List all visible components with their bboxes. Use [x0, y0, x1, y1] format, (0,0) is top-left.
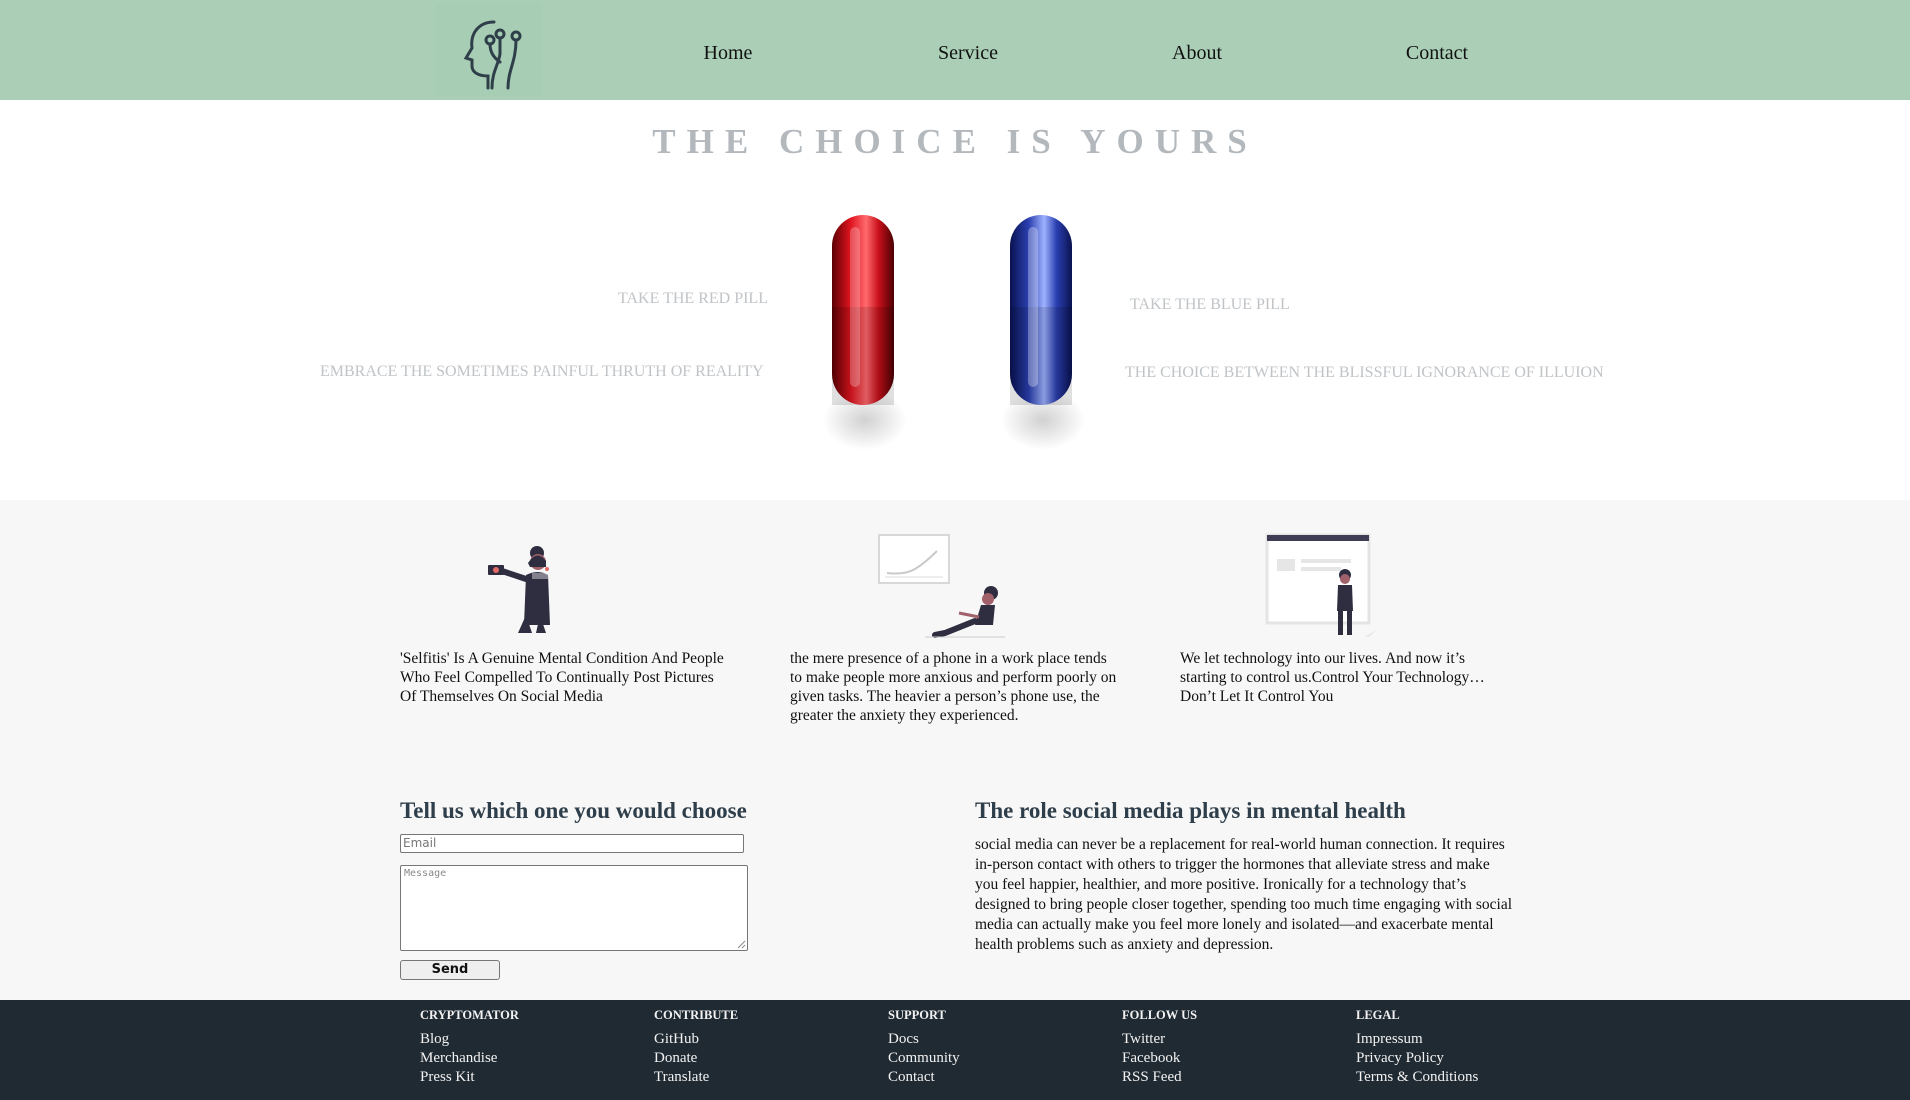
- card-text-selfitis: 'Selfitis' Is A Genuine Mental Condition…: [400, 650, 724, 705]
- footer-link-community[interactable]: Community: [888, 1049, 960, 1068]
- footer-heading: LEGAL: [1356, 1008, 1400, 1022]
- logo[interactable]: [436, 4, 542, 96]
- footer-link-blog[interactable]: Blog: [420, 1030, 519, 1049]
- red-pill-text: EMBRACE THE SOMETIMES PAINFUL THRUTH OF …: [320, 363, 764, 380]
- person-screen-illustration: [1265, 533, 1377, 637]
- article-title: The role social media plays in mental he…: [975, 798, 1406, 823]
- footer-link-docs[interactable]: Docs: [888, 1030, 960, 1049]
- footer-link-contact[interactable]: Contact: [888, 1068, 960, 1087]
- card-text-phone-anxiety: the mere presence of a phone in a work p…: [790, 650, 1117, 724]
- message-placeholder: Message: [404, 868, 447, 879]
- blue-pill-heading: TAKE THE BLUE PILL: [1130, 296, 1290, 313]
- footer-link-impressum[interactable]: Impressum: [1356, 1030, 1478, 1049]
- footer-column-legal: LEGAL Impressum Privacy Policy Terms & C…: [1356, 1006, 1478, 1087]
- footer-column-follow-us: FOLLOW US Twitter Facebook RSS Feed: [1122, 1006, 1197, 1087]
- footer-link-press-kit[interactable]: Press Kit: [420, 1068, 519, 1087]
- footer-link-twitter[interactable]: Twitter: [1122, 1030, 1197, 1049]
- send-button[interactable]: Send: [400, 960, 500, 980]
- footer-link-translate[interactable]: Translate: [654, 1068, 738, 1087]
- blue-pill-image[interactable]: [998, 205, 1088, 465]
- footer-link-rss-feed[interactable]: RSS Feed: [1122, 1068, 1197, 1087]
- form-title: Tell us which one you would choose: [400, 798, 747, 823]
- red-pill-image[interactable]: [820, 205, 910, 465]
- red-pill-heading: TAKE THE RED PILL: [618, 290, 768, 307]
- nav-contact-link[interactable]: Contact: [1406, 42, 1468, 65]
- footer-link-github[interactable]: GitHub: [654, 1030, 738, 1049]
- card-text-control-tech: We let technology into our lives. And no…: [1180, 650, 1485, 705]
- blue-pill-text: THE CHOICE BETWEEN THE BLISSFUL IGNORANC…: [1125, 364, 1604, 381]
- footer-column-cryptomator: CRYPTOMATOR Blog Merchandise Press Kit: [420, 1006, 519, 1087]
- footer-link-facebook[interactable]: Facebook: [1122, 1049, 1197, 1068]
- footer-column-contribute: CONTRIBUTE GitHub Donate Translate: [654, 1006, 738, 1087]
- nav-service-link[interactable]: Service: [938, 42, 998, 65]
- footer-column-support: SUPPORT Docs Community Contact: [888, 1006, 960, 1087]
- footer-link-merchandise[interactable]: Merchandise: [420, 1049, 519, 1068]
- footer-heading: SUPPORT: [888, 1008, 946, 1022]
- top-nav: Home Service About Contact: [0, 0, 1910, 100]
- resize-handle-icon[interactable]: [736, 939, 746, 949]
- nav-about-link[interactable]: About: [1172, 42, 1222, 65]
- footer-heading: CONTRIBUTE: [654, 1008, 739, 1022]
- email-field[interactable]: Email: [400, 834, 744, 853]
- footer-heading: FOLLOW US: [1122, 1008, 1198, 1022]
- footer-link-privacy-policy[interactable]: Privacy Policy: [1356, 1049, 1478, 1068]
- message-field[interactable]: Message: [400, 865, 748, 951]
- article-body: social media can never be a replacement …: [975, 836, 1513, 953]
- selfie-person-illustration: [488, 546, 550, 633]
- head-circuit-icon: [463, 20, 522, 90]
- footer-link-terms[interactable]: Terms & Conditions: [1356, 1068, 1478, 1087]
- hero-title: THE CHOICE IS YOURS: [652, 122, 1258, 161]
- footer-heading: CRYPTOMATOR: [420, 1008, 519, 1022]
- person-phone-chart-illustration: [878, 534, 1005, 638]
- footer-link-donate[interactable]: Donate: [654, 1049, 738, 1068]
- nav-home-link[interactable]: Home: [704, 42, 753, 65]
